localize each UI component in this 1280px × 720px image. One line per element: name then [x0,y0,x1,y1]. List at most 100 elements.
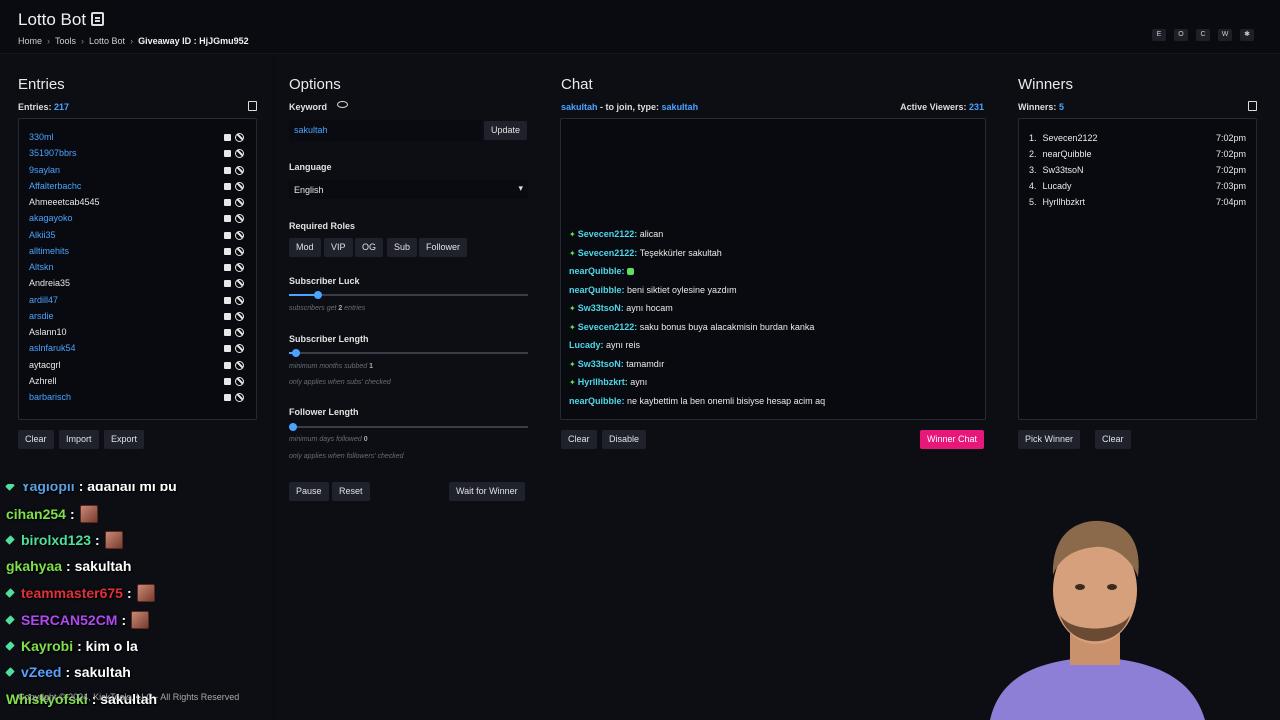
entry-username[interactable]: Ahmeeetcab4545 [29,197,100,207]
settings-icon[interactable]: ✱ [1240,29,1254,41]
entry-username[interactable]: Affalterbachc [29,181,81,191]
select-checkbox-icon[interactable] [224,377,231,385]
select-checkbox-icon[interactable] [224,264,231,271]
chat-username[interactable]: Hyrllhbzkrt [578,377,625,387]
copy-icon[interactable] [245,101,257,115]
entry-username[interactable]: 9saylan [29,165,60,175]
toggle-chat-button[interactable]: C [1196,29,1210,41]
select-checkbox-icon[interactable] [224,312,231,320]
ban-icon[interactable] [235,214,244,224]
ban-icon[interactable] [235,198,244,207]
select-checkbox-icon[interactable] [224,247,231,255]
ban-icon[interactable] [235,344,244,354]
entry-username[interactable]: aslnfaruk54 [29,343,76,353]
entry-username[interactable]: akagayoko [29,213,73,223]
select-checkbox-icon[interactable] [224,296,231,304]
entry-username[interactable]: 330ml [29,132,54,142]
entry-username[interactable]: ardill47 [29,295,58,305]
winner-row[interactable]: 3. Sw33tsoN 7:02pm [1029,165,1246,175]
winner-row[interactable]: 5. Hyrllhbzkrt 7:04pm [1029,197,1246,207]
ban-icon[interactable] [235,360,244,370]
entry-username[interactable]: Andreia35 [29,278,70,288]
winner-row[interactable]: 2. nearQuibble 7:02pm [1029,149,1246,159]
entry-username[interactable]: Aslann10 [29,327,67,337]
chat-username[interactable]: nearQuibble [569,396,622,406]
select-checkbox-icon[interactable] [224,182,231,190]
entry-username[interactable]: Azhrell [29,376,57,386]
toggle-options-button[interactable]: O [1174,29,1188,41]
wait-for-winner-button[interactable]: Wait for Winner [449,482,525,501]
chat-username[interactable]: Sw33tsoN [578,303,621,313]
language-select[interactable]: English ▾ [289,180,528,199]
role-mod-button[interactable]: Mod [289,238,321,257]
chat-username[interactable]: Lucady [569,340,601,350]
chat-username[interactable]: Sw33tsoN [578,359,621,369]
disable-chat-button[interactable]: Disable [602,430,647,449]
ban-icon[interactable] [235,165,244,175]
entry-username[interactable]: Altskn [29,262,54,272]
chat-username[interactable]: Sevecen2122 [578,229,635,239]
ban-icon[interactable] [235,181,244,191]
import-button[interactable]: Import [59,430,99,449]
role-follower-button[interactable]: Follower [419,238,468,257]
select-checkbox-icon[interactable] [224,394,231,401]
subscriber-length-slider[interactable] [289,349,528,357]
toggle-entries-button[interactable]: E [1152,29,1166,41]
select-checkbox-icon[interactable] [224,215,231,223]
clear-winners-button[interactable]: Clear [1095,430,1131,449]
reset-button[interactable]: Reset [332,482,370,501]
select-checkbox-icon[interactable] [224,199,231,206]
breadcrumb-lotto-bot[interactable]: Lotto Bot [89,36,125,46]
clear-chat-button[interactable]: Clear [561,430,597,449]
chat-username[interactable]: nearQuibble [569,285,622,295]
copy-icon[interactable] [1245,101,1257,115]
ban-icon[interactable] [235,295,244,305]
eye-icon[interactable] [337,101,348,108]
role-og-button[interactable]: OG [355,238,384,257]
entry-username[interactable]: Alkii35 [29,230,56,240]
select-checkbox-icon[interactable] [224,329,231,336]
toggle-winners-button[interactable]: W [1218,29,1232,41]
slider-handle[interactable] [289,423,297,431]
follower-length-slider[interactable] [289,423,528,431]
ban-icon[interactable] [235,230,244,240]
ban-icon[interactable] [235,376,244,386]
pick-winner-button[interactable]: Pick Winner [1018,430,1081,449]
subscriber-luck-slider[interactable] [289,291,528,299]
select-checkbox-icon[interactable] [224,345,231,353]
breadcrumb-home[interactable]: Home [18,36,42,46]
update-keyword-button[interactable]: Update [484,121,528,140]
chat-username[interactable]: Sevecen2122 [578,322,635,332]
ban-icon[interactable] [235,246,244,256]
winner-chat-button[interactable]: Winner Chat [920,430,985,449]
select-checkbox-icon[interactable] [224,150,231,158]
slider-handle[interactable] [292,349,300,357]
winner-row[interactable]: 4. Lucady 7:03pm [1029,181,1246,191]
breadcrumb-tools[interactable]: Tools [55,36,76,46]
winner-row[interactable]: 1. Sevecen2122 7:02pm [1029,133,1246,143]
ban-icon[interactable] [235,279,244,289]
ban-icon[interactable] [235,311,244,321]
slider-handle[interactable] [314,291,322,299]
entry-username[interactable]: 351907bbrs [29,148,77,158]
select-checkbox-icon[interactable] [224,361,231,369]
entry-username[interactable]: arsdie [29,311,54,321]
chat-username[interactable]: Sevecen2122 [578,248,635,258]
select-checkbox-icon[interactable] [224,134,231,141]
entry-username[interactable]: aytacgrl [29,360,61,370]
ban-icon[interactable] [235,133,244,142]
entry-username[interactable]: barbarisch [29,392,71,402]
entry-username[interactable]: alltimehits [29,246,69,256]
select-checkbox-icon[interactable] [224,280,231,288]
role-vip-button[interactable]: VIP [324,238,353,257]
export-button[interactable]: Export [104,430,145,449]
chat-username[interactable]: nearQuibble [569,266,622,276]
entries-list[interactable]: 330ml 351907bbrs 9saylan Affalterbachc Ahmee… [18,118,257,420]
ban-icon[interactable] [235,149,244,159]
ban-icon[interactable] [235,263,244,272]
ban-icon[interactable] [235,393,244,402]
channel-name[interactable]: sakultah [561,102,598,112]
select-checkbox-icon[interactable] [224,166,231,174]
clear-entries-button[interactable]: Clear [18,430,54,449]
select-checkbox-icon[interactable] [224,231,231,239]
